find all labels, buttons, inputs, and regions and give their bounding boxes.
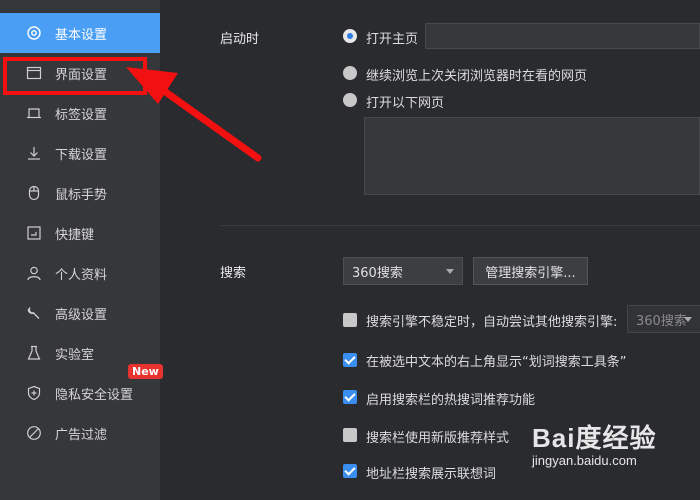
sidebar-item-label: 快捷键 <box>55 227 95 243</box>
sidebar-item-shortcuts[interactable]: 快捷键 <box>0 213 160 253</box>
fallback-engine-value: 360搜索 <box>636 313 687 329</box>
chevron-down-icon <box>446 269 454 274</box>
sidebar-item-label: 标签设置 <box>55 107 108 123</box>
startup-continue-label: 继续浏览上次关闭浏览器时在看的网页 <box>366 69 588 84</box>
sidebar-item-label: 下载设置 <box>55 147 108 163</box>
sidebar-item-label: 基本设置 <box>55 27 108 43</box>
sidebar-item-download-settings[interactable]: 下载设置 <box>0 133 160 173</box>
startup-homepage-radio[interactable] <box>343 29 357 43</box>
search-engine-value: 360搜索 <box>352 265 403 281</box>
sidebar-item-tab-settings[interactable]: 标签设置 <box>0 93 160 133</box>
user-icon <box>26 265 42 281</box>
wrench-icon <box>26 305 42 321</box>
sidebar-item-privacy-security[interactable]: 隐私安全设置 <box>0 373 160 413</box>
startup-homepage-label: 打开主页 <box>366 32 419 47</box>
search-section-label: 搜索 <box>220 266 247 281</box>
sidebar-item-label: 广告过滤 <box>55 427 108 443</box>
homepage-url-input[interactable] <box>425 23 700 49</box>
sidebar-item-ad-filter[interactable]: 广告过滤 <box>0 413 160 453</box>
mouse-icon <box>26 185 42 201</box>
startup-section-label: 启动时 <box>220 32 260 47</box>
sidebar-item-label: 个人资料 <box>55 267 108 283</box>
new-recommend-style-label: 搜索栏使用新版推荐样式 <box>366 431 510 446</box>
sidebar-item-basic-settings[interactable]: 基本设置 <box>0 13 160 53</box>
new-recommend-style-checkbox[interactable] <box>343 428 357 442</box>
flask-icon <box>26 345 42 361</box>
search-engine-select[interactable]: 360搜索 <box>343 257 463 285</box>
sidebar-item-label: 高级设置 <box>55 307 108 323</box>
download-icon <box>26 145 42 161</box>
sidebar-item-label: 实验室 <box>55 347 95 363</box>
keyboard-icon <box>26 225 42 241</box>
startup-continue-radio[interactable] <box>343 66 357 80</box>
tab-icon <box>26 105 42 121</box>
selection-toolbar-label: 在被选中文本的右上角显示“划词搜索工具条” <box>366 355 627 370</box>
fallback-engine-label: 搜索引擎不稳定时，自动尝试其他搜索引擎: <box>366 315 618 330</box>
chevron-down-icon <box>684 317 692 322</box>
sidebar-item-mouse-gestures[interactable]: 鼠标手势 <box>0 173 160 213</box>
startup-open-pages-label: 打开以下网页 <box>366 96 445 111</box>
address-bar-suggest-checkbox[interactable] <box>343 464 357 478</box>
selection-toolbar-checkbox[interactable] <box>343 353 357 367</box>
baidu-jingyan-watermark: Bai度经验 jingyan.baidu.com <box>532 418 656 468</box>
sidebar-item-label: 鼠标手势 <box>55 187 108 203</box>
section-divider <box>220 225 700 226</box>
block-icon <box>26 425 42 441</box>
hot-search-checkbox[interactable] <box>343 390 357 404</box>
watermark-url: jingyan.baidu.com <box>532 453 637 468</box>
fallback-engine-select[interactable]: 360搜索 <box>627 305 700 333</box>
startup-pages-textarea[interactable] <box>364 117 700 195</box>
new-badge: New <box>128 364 163 379</box>
sidebar-item-advanced-settings[interactable]: 高级设置 <box>0 293 160 333</box>
manage-search-engines-button[interactable]: 管理搜索引擎... <box>473 257 588 285</box>
fallback-engine-checkbox[interactable] <box>343 313 357 327</box>
startup-open-pages-radio[interactable] <box>343 93 357 107</box>
watermark-logo: Bai度经验 <box>532 423 657 453</box>
annotation-highlight-box <box>3 57 147 95</box>
address-bar-suggest-label: 地址栏搜索展示联想词 <box>366 467 497 482</box>
sidebar-item-label: 隐私安全设置 <box>55 387 134 403</box>
hot-search-label: 启用搜索栏的热搜词推荐功能 <box>366 393 536 408</box>
shield-icon <box>26 385 42 401</box>
sidebar-item-profile[interactable]: 个人资料 <box>0 253 160 293</box>
settings-icon <box>26 25 42 41</box>
